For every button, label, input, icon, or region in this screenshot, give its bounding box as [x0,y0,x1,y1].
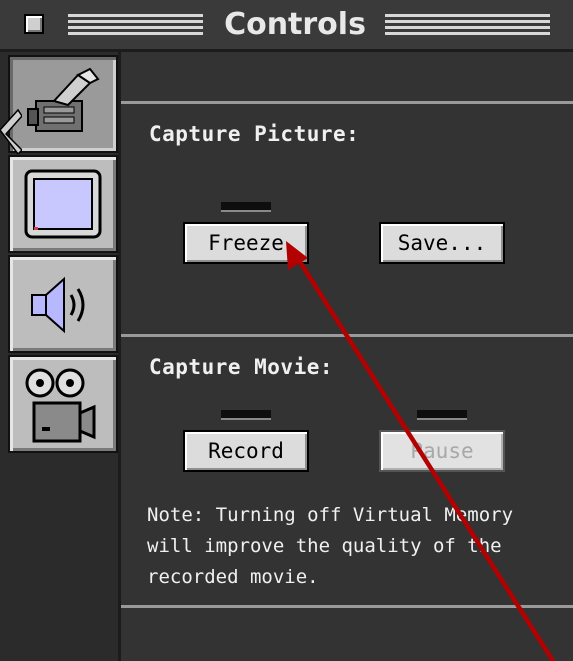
top-divider [121,101,573,104]
tab-video-capture[interactable] [8,55,118,153]
cropped-arrow-icon [0,108,22,154]
pause-button[interactable]: Pause [379,430,505,472]
freeze-button[interactable]: Freeze [183,222,309,264]
note-line-2: will improve the quality of the [147,535,502,557]
monitor-icon [24,169,102,239]
save-button[interactable]: Save... [379,222,505,264]
title-bar-stripes-left [68,14,203,36]
record-indicator [221,410,271,420]
virtual-memory-note: Note: Turning off Virtual Memory will im… [147,500,573,593]
middle-divider [121,334,573,337]
controls-window: Controls Capture Picture: Freeze Save...… [0,0,573,661]
record-button[interactable]: Record [183,430,309,472]
camcorder-icon [27,67,100,132]
tab-display[interactable] [8,155,118,253]
tab-movie[interactable] [8,355,118,453]
capture-movie-heading: Capture Movie: [149,355,334,379]
freeze-indicator [221,202,271,212]
close-box[interactable] [24,14,44,34]
bottom-divider [121,605,573,608]
title-bar[interactable]: Controls [0,0,573,52]
note-line-3: recorded movie. [147,566,319,588]
tab-sound[interactable] [8,255,118,353]
controls-panel: Capture Picture: Freeze Save... Capture … [118,52,573,661]
title-bar-stripes-right [385,14,550,36]
capture-picture-heading: Capture Picture: [149,122,360,146]
note-line-1: Note: Turning off Virtual Memory [147,504,514,526]
speaker-icon [31,276,85,334]
window-title: Controls [224,7,366,42]
film-projector-icon [25,368,96,443]
pause-indicator [417,410,467,420]
